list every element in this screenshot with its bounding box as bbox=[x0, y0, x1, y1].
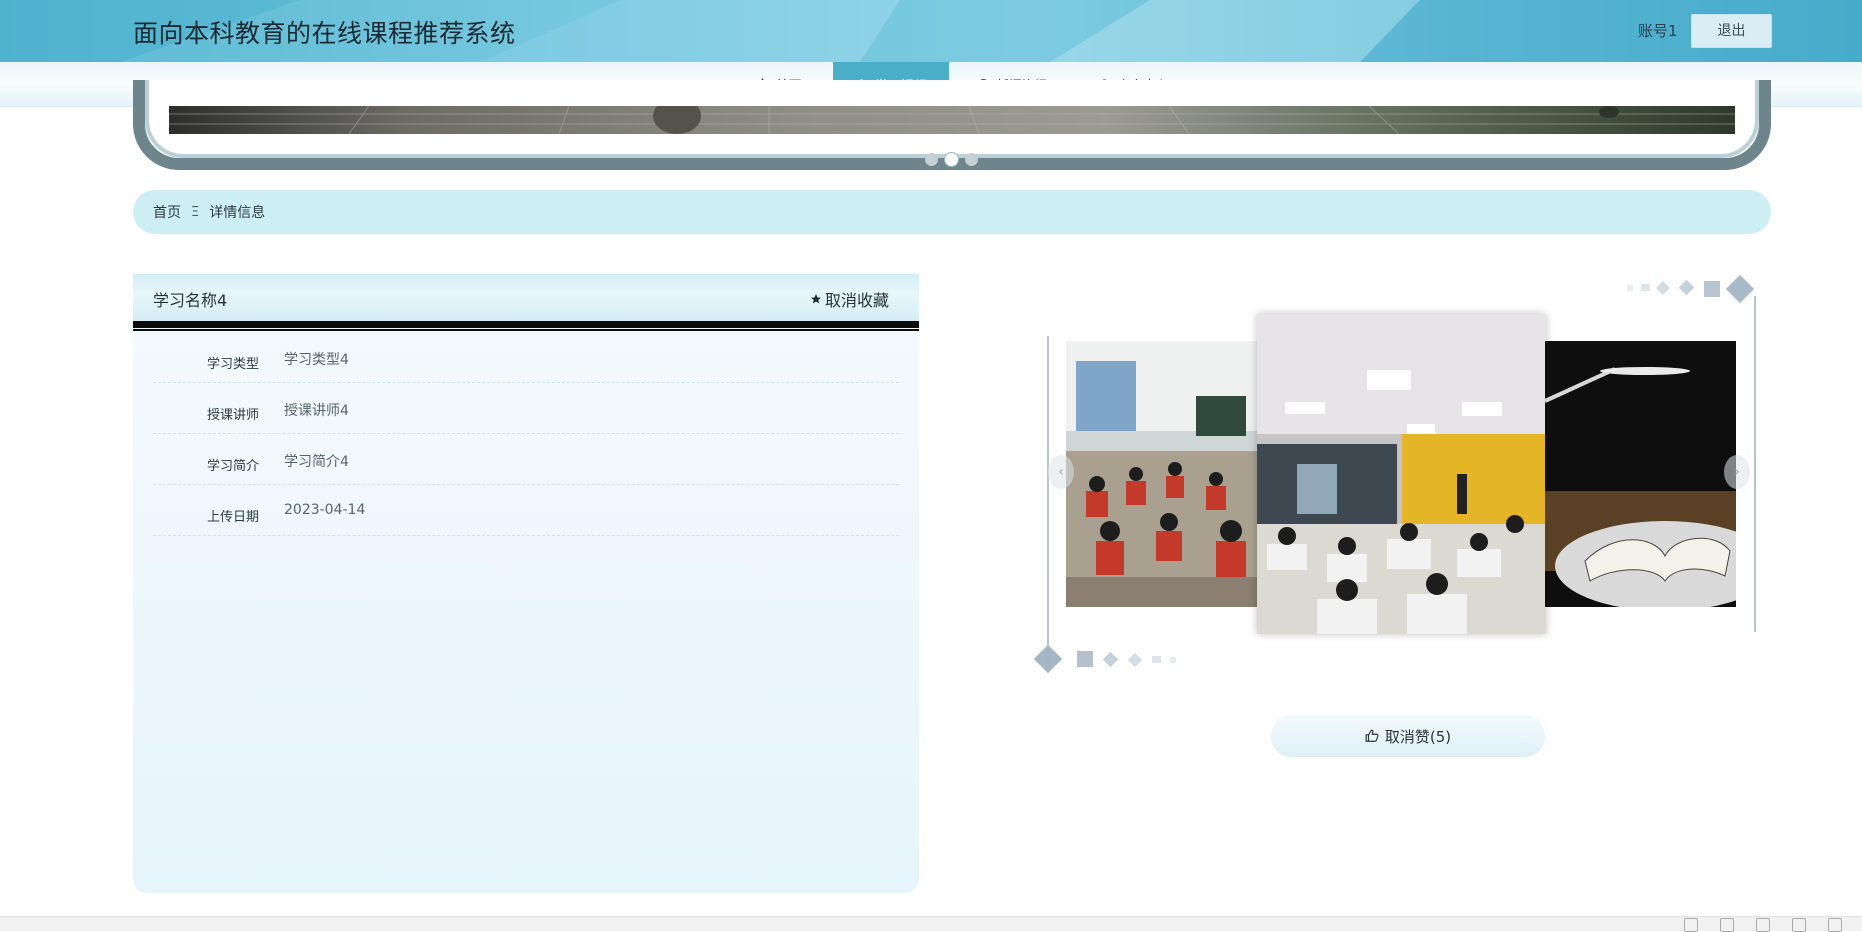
decor-shape bbox=[1678, 279, 1695, 296]
unfavorite-button[interactable]: 取消收藏 bbox=[810, 287, 889, 311]
lecture-photo bbox=[1257, 314, 1546, 634]
detail-row-intro: 学习简介 学习简介4 bbox=[153, 433, 899, 485]
detail-row-upload-date: 上传日期 2023-04-14 bbox=[153, 484, 899, 536]
account-name[interactable]: 账号1 bbox=[1638, 20, 1678, 41]
logout-button[interactable]: 退出 bbox=[1691, 14, 1772, 48]
footer-toolbar bbox=[0, 916, 1862, 932]
detail-label: 授课讲师 bbox=[206, 408, 259, 423]
carousel-image-classroom[interactable] bbox=[1066, 341, 1260, 607]
breadcrumb: 首页 Ξ 详情信息 bbox=[133, 190, 1771, 234]
decor-shape bbox=[1704, 281, 1720, 297]
breadcrumb-current: 详情信息 bbox=[209, 205, 266, 221]
breadcrumb-home[interactable]: 首页 bbox=[153, 202, 181, 222]
unfavorite-label: 取消收藏 bbox=[824, 291, 889, 310]
decor-shape bbox=[1077, 651, 1093, 667]
carousel-prev-button[interactable]: ‹ bbox=[1048, 455, 1074, 489]
site-title: 面向本科教育的在线课程推荐系统 bbox=[133, 19, 516, 48]
banner-dot-1[interactable] bbox=[925, 153, 938, 166]
detail-panel: 学习名称4 取消收藏 学习类型 学习类型4 授课讲师 授课讲师4 学习简介 学习… bbox=[133, 274, 919, 893]
banner-dot-2[interactable] bbox=[945, 153, 958, 166]
star-filled-icon bbox=[810, 294, 821, 304]
detail-label: 上传日期 bbox=[206, 510, 259, 525]
decor-shape bbox=[1102, 651, 1119, 668]
detail-header: 学习名称4 取消收藏 bbox=[133, 274, 919, 321]
decor-shape bbox=[1033, 644, 1063, 674]
decor-shape bbox=[1627, 285, 1633, 291]
decor-shape bbox=[1152, 656, 1161, 663]
carousel-image-lecture[interactable] bbox=[1257, 314, 1546, 634]
banner-dots bbox=[925, 153, 978, 166]
detail-row-type: 学习类型 学习类型4 bbox=[153, 331, 899, 383]
carousel-next-button[interactable]: › bbox=[1724, 455, 1750, 489]
detail-value: 学习类型4 bbox=[284, 352, 349, 368]
thumbs-up-icon bbox=[1365, 729, 1379, 742]
decor-line-left bbox=[1047, 336, 1049, 660]
unlike-button[interactable]: 取消赞(5) bbox=[1271, 715, 1545, 757]
image-carousel: ‹ › bbox=[1030, 270, 1758, 680]
top-header: 面向本科教育的在线课程推荐系统 账号1 退出 bbox=[0, 0, 1862, 62]
detail-label: 学习简介 bbox=[206, 459, 259, 474]
banner-floor-pattern bbox=[169, 106, 1735, 134]
banner-image[interactable] bbox=[169, 106, 1735, 134]
carousel-image-book[interactable] bbox=[1545, 341, 1736, 607]
detail-value: 学习简介4 bbox=[284, 454, 349, 470]
detail-label: 学习类型 bbox=[206, 357, 259, 372]
decor-shape bbox=[1641, 284, 1650, 291]
book-photo bbox=[1545, 341, 1736, 607]
detail-row-teacher: 授课讲师 授课讲师4 bbox=[153, 382, 899, 434]
classroom-photo bbox=[1066, 341, 1260, 607]
breadcrumb-separator: Ξ bbox=[191, 204, 200, 220]
decor-shape bbox=[1725, 274, 1755, 304]
decor-shape bbox=[1655, 280, 1671, 296]
decor-shape bbox=[1170, 657, 1176, 663]
decor-line-right bbox=[1754, 296, 1756, 632]
banner-dot-3[interactable] bbox=[965, 153, 978, 166]
course-title: 学习名称4 bbox=[153, 291, 228, 310]
unlike-label: 取消赞(5) bbox=[1384, 727, 1452, 746]
detail-value: 2023-04-14 bbox=[284, 502, 366, 518]
decor-shape bbox=[1127, 652, 1143, 668]
header-divider bbox=[133, 321, 919, 328]
detail-value: 授课讲师4 bbox=[284, 403, 349, 419]
